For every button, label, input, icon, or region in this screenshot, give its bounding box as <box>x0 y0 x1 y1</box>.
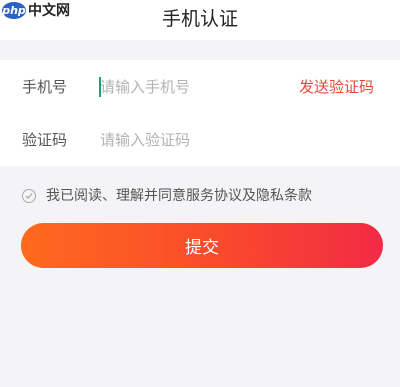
phone-row: 手机号 发送验证码 <box>0 60 400 113</box>
watermark-text: 中文网 <box>28 2 70 19</box>
checkbox-icon[interactable] <box>22 189 36 203</box>
code-input[interactable] <box>100 129 280 151</box>
php-logo-icon: php <box>2 2 26 19</box>
code-label: 验证码 <box>22 131 68 149</box>
phone-label: 手机号 <box>22 78 68 96</box>
auth-form: 手机号 发送验证码 验证码 <box>0 60 400 166</box>
agreement-text: 我已阅读、理解并同意服务协议及隐私条款 <box>46 188 312 204</box>
submit-button[interactable]: 提交 <box>21 223 383 268</box>
send-code-button[interactable]: 发送验证码 <box>299 77 374 97</box>
text-cursor <box>99 77 101 97</box>
code-row: 验证码 <box>0 113 400 166</box>
phone-input[interactable] <box>100 76 280 98</box>
check-mark-icon <box>25 193 33 199</box>
agreement-checkbox-row[interactable]: 我已阅读、理解并同意服务协议及隐私条款 <box>22 186 312 206</box>
site-watermark: php 中文网 <box>2 2 70 19</box>
